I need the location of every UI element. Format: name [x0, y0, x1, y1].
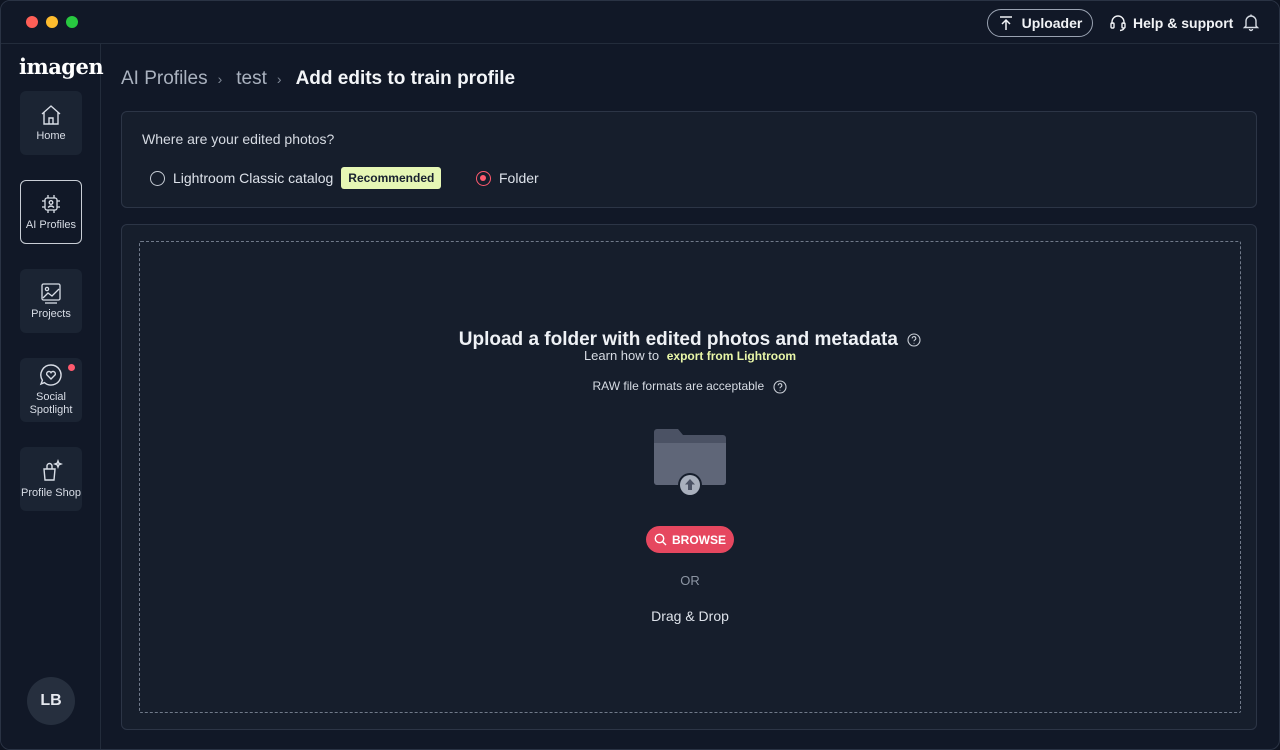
- export-from-lightroom-link[interactable]: export from Lightroom: [667, 349, 796, 363]
- help-support-label: Help & support: [1133, 15, 1234, 31]
- breadcrumb: AI Profiles › test › Add edits to train …: [121, 67, 515, 91]
- uploader-label: Uploader: [1021, 15, 1083, 31]
- drag-drop-text: Drag & Drop: [651, 608, 729, 624]
- folder-upload-icon: [654, 429, 726, 497]
- notifications-bell-icon[interactable]: [1241, 12, 1261, 32]
- uploader-button[interactable]: Uploader: [987, 9, 1093, 37]
- option-label: Folder: [499, 170, 539, 186]
- sidebar-item-ai-profiles[interactable]: AI Profiles: [20, 180, 82, 244]
- shopping-sparkle-icon: [43, 458, 63, 481]
- search-icon: [654, 533, 667, 546]
- upload-icon: [999, 16, 1012, 30]
- raw-note: RAW file formats are acceptable: [140, 379, 1240, 394]
- upload-card: Upload a folder with edited photos and m…: [121, 224, 1257, 730]
- heart-chat-icon: [39, 364, 62, 386]
- minimize-window-button[interactable]: [46, 16, 58, 28]
- option-lightroom-catalog[interactable]: Lightroom Classic catalog Recommended: [150, 166, 442, 190]
- dropzone[interactable]: Upload a folder with edited photos and m…: [139, 241, 1241, 713]
- sidebar-item-social-spotlight[interactable]: Social Spotlight: [20, 358, 82, 422]
- notification-dot: [68, 364, 75, 371]
- learn-line: Learn how to export from Lightroom: [140, 348, 1240, 363]
- help-circle-icon[interactable]: [773, 380, 788, 394]
- upload-title-text: Upload a folder with edited photos and m…: [458, 329, 898, 350]
- option-label: Lightroom Classic catalog: [173, 170, 334, 186]
- sidebar-item-profile-shop[interactable]: Profile Shop: [20, 447, 82, 511]
- sidebar-item-projects[interactable]: Projects: [20, 269, 82, 333]
- radio-button-selected[interactable]: [476, 170, 491, 186]
- help-support-button[interactable]: Help & support: [1109, 9, 1233, 37]
- radio-button[interactable]: [150, 170, 165, 186]
- sidebar: imagen Home AI Profiles Projects Social …: [1, 44, 104, 749]
- option-folder[interactable]: Folder: [476, 166, 539, 190]
- help-circle-icon[interactable]: [907, 333, 921, 347]
- sidebar-item-label: Home: [36, 129, 66, 142]
- learn-prefix: Learn how to: [583, 348, 660, 363]
- image-chart-icon: [41, 282, 61, 304]
- sidebar-item-home[interactable]: Home: [20, 91, 82, 155]
- imagen-logo[interactable]: imagen: [19, 54, 104, 79]
- close-window-button[interactable]: [26, 16, 38, 28]
- sidebar-item-label: AI Profiles: [25, 218, 77, 231]
- browse-label: BROWSE: [672, 532, 726, 547]
- headset-icon: [1110, 15, 1126, 32]
- raw-note-text: RAW file formats are acceptable: [592, 379, 765, 393]
- browse-button[interactable]: BROWSE: [646, 526, 734, 553]
- chevron-right-icon: ›: [217, 71, 223, 87]
- chevron-right-icon: ›: [276, 71, 282, 87]
- photo-source-card: Where are your edited photos? Lightroom …: [121, 111, 1257, 208]
- sidebar-item-label: Profile Shop: [21, 486, 81, 499]
- sidebar-item-label: Social Spotlight: [29, 391, 73, 416]
- title-bar: Uploader Help & support: [1, 1, 1279, 44]
- breadcrumb-test[interactable]: test: [236, 68, 267, 90]
- sidebar-item-label: Projects: [31, 307, 71, 320]
- recommended-badge: Recommended: [341, 167, 442, 189]
- app-window: Uploader Help & support imagen Home AI P…: [0, 0, 1280, 750]
- user-avatar[interactable]: LB: [27, 677, 75, 725]
- breadcrumb-ai-profiles[interactable]: AI Profiles: [121, 68, 208, 90]
- source-question: Where are your edited photos?: [142, 131, 335, 147]
- maximize-window-button[interactable]: [66, 16, 78, 28]
- page-title: Add edits to train profile: [295, 68, 516, 89]
- ai-chip-icon: [42, 194, 60, 213]
- home-icon: [41, 104, 61, 125]
- or-divider-text: OR: [680, 573, 700, 588]
